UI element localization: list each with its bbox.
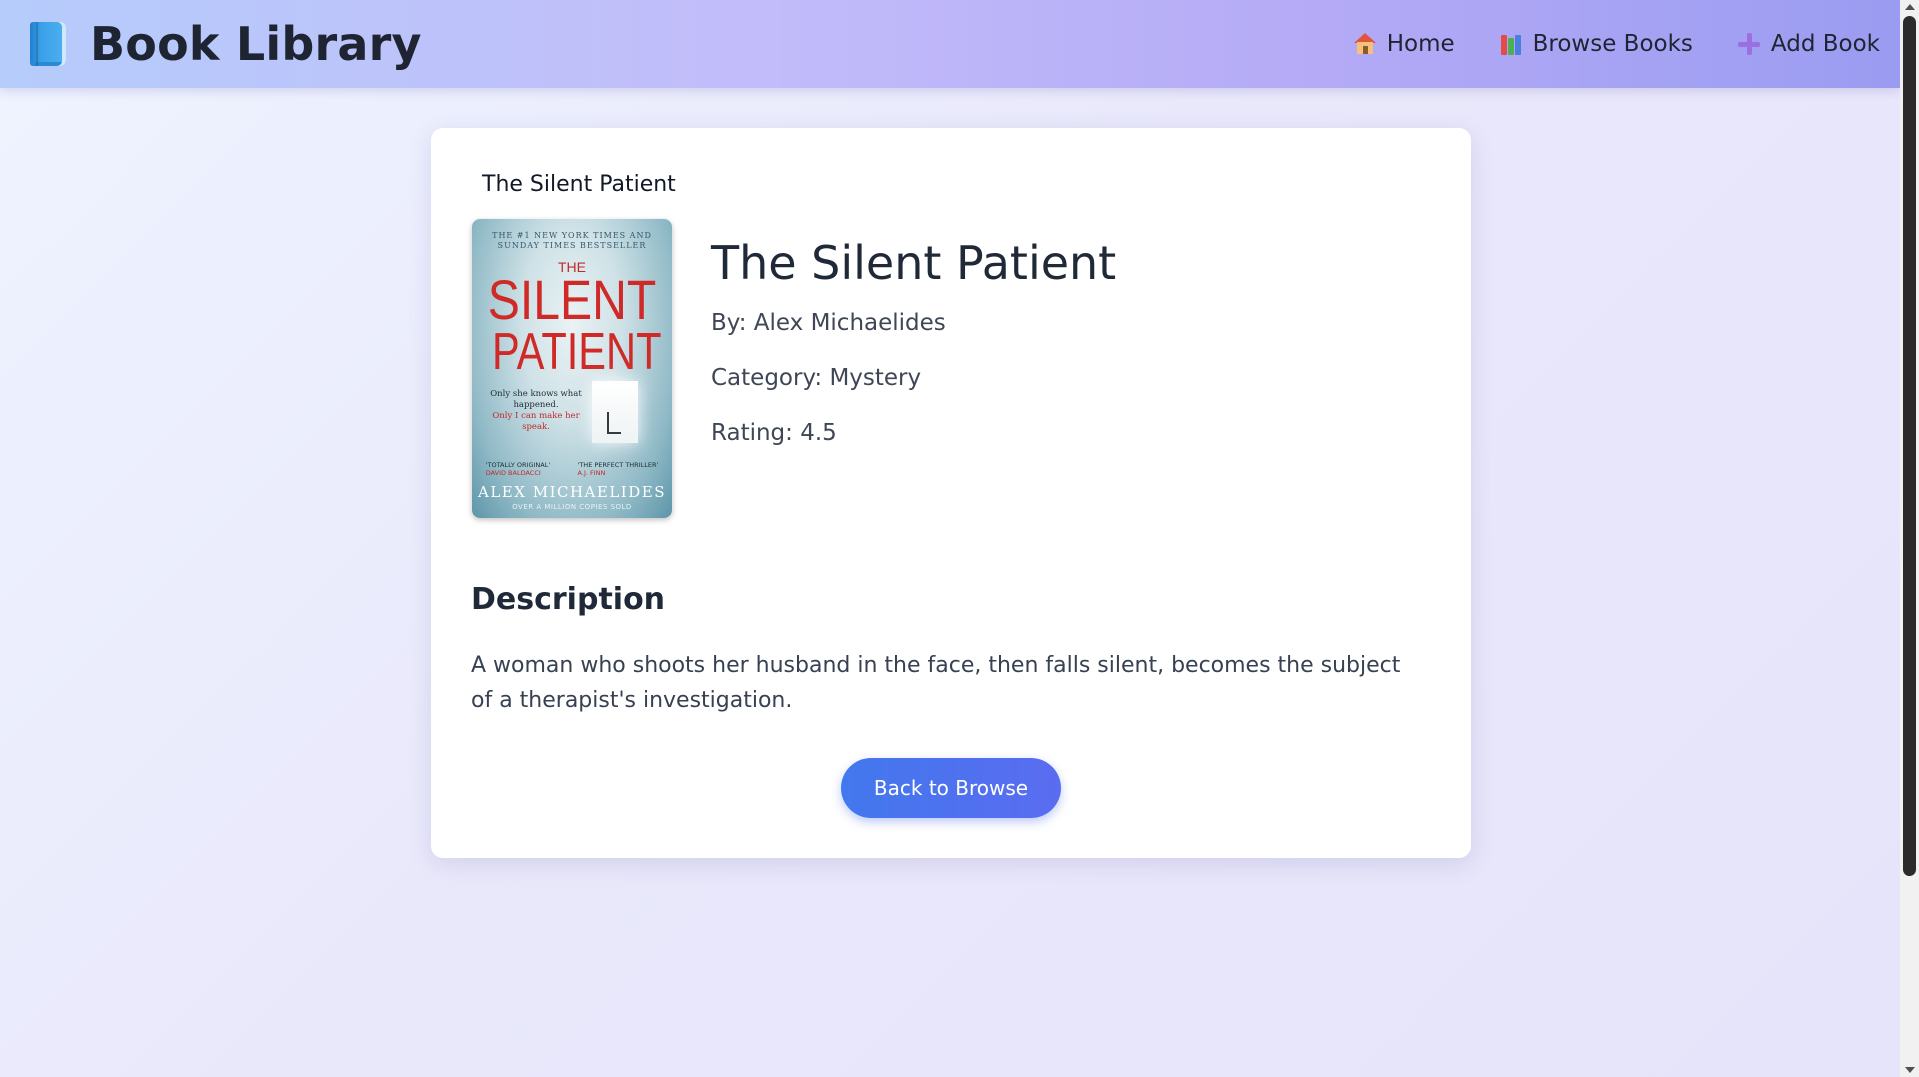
nav-browse-books-label: Browse Books	[1532, 31, 1693, 57]
description-text: A woman who shoots her husband in the fa…	[471, 653, 1401, 713]
scroll-down-arrow-icon[interactable]	[1905, 1067, 1915, 1073]
book-category: Category: Mystery	[711, 365, 922, 391]
cover-quote-left-text: 'TOTALLY ORIGINAL'	[485, 461, 551, 469]
nav-add-book-label: Add Book	[1770, 31, 1880, 57]
nav-add-book[interactable]: Add Book	[1737, 31, 1880, 57]
cover-tagline-2: Only I can make her speak.	[492, 411, 580, 432]
brand-title: Book Library	[90, 17, 422, 71]
cover-tagline: Only she knows what happened. Only I can…	[490, 389, 582, 433]
cover-title-word1: SILENT	[487, 268, 657, 331]
blue-book-icon	[30, 22, 66, 66]
cover-quote-right-text: 'THE PERFECT THRILLER'	[577, 461, 659, 469]
book-title: The Silent Patient	[711, 236, 1117, 290]
top-header: Book Library Home Browse Books Add Book	[0, 0, 1900, 88]
cover-quotes: 'TOTALLY ORIGINAL' DAVID BALDACCI 'THE P…	[472, 461, 672, 477]
cover-tagline-1: Only she knows what happened.	[490, 389, 582, 410]
cover-quote-right: 'THE PERFECT THRILLER' A.J. FINN	[578, 461, 659, 477]
nav-browse-books[interactable]: Browse Books	[1499, 31, 1693, 57]
cover-quote-right-source: A.J. FINN	[577, 469, 606, 477]
books-icon	[1499, 32, 1523, 56]
house-icon	[1353, 32, 1377, 56]
book-detail-card: The Silent Patient THE #1 NEW YORK TIMES…	[431, 128, 1471, 858]
cover-chair-art	[607, 412, 621, 434]
cover-top-text: THE #1 NEW YORK TIMES AND SUNDAY TIMES B…	[492, 231, 652, 250]
cover-author: ALEX MICHAELIDES	[478, 483, 666, 501]
cover-quote-left-source: DAVID BALDACCI	[485, 469, 541, 477]
brand[interactable]: Book Library	[30, 17, 422, 71]
cover-quote-left: 'TOTALLY ORIGINAL' DAVID BALDACCI	[486, 461, 550, 477]
book-author: By: Alex Michaelides	[711, 310, 946, 336]
cover-title-word2: PATIENT	[492, 323, 662, 381]
nav-home[interactable]: Home	[1353, 31, 1455, 57]
book-rating: Rating: 4.5	[711, 420, 837, 446]
main-nav: Home Browse Books Add Book	[1309, 22, 1880, 66]
cover-caption: The Silent Patient	[482, 172, 676, 197]
page: Book Library Home Browse Books Add Book …	[0, 0, 1900, 1077]
book-cover-image: THE #1 NEW YORK TIMES AND SUNDAY TIMES B…	[472, 219, 672, 518]
back-to-browse-button[interactable]: Back to Browse	[841, 758, 1061, 818]
description-heading: Description	[471, 582, 666, 617]
cover-subtext: OVER A MILLION COPIES SOLD	[512, 503, 632, 511]
plus-icon	[1737, 32, 1761, 56]
scroll-up-arrow-icon[interactable]	[1905, 4, 1915, 10]
scrollbar-thumb[interactable]	[1903, 16, 1916, 876]
vertical-scrollbar[interactable]	[1900, 0, 1919, 1077]
nav-home-label: Home	[1386, 31, 1455, 57]
